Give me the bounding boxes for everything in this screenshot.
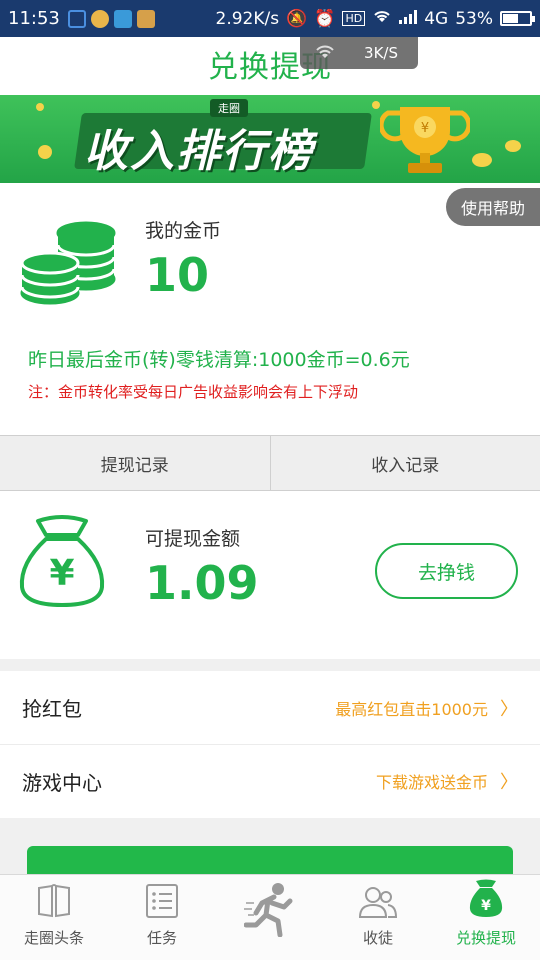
money-bag-icon: ¥ [469, 879, 503, 917]
mute-icon: 🔕 [286, 8, 308, 29]
nav-item-tasks[interactable]: 任务 [108, 875, 216, 960]
status-bar: 11:53 2.92K/s 🔕 ⏰ HD 4G 53% [0, 0, 540, 37]
money-bag-icon: ¥ [19, 515, 105, 607]
notification-app-icon [90, 9, 109, 28]
list-item-hint: 下载游戏送金币 [375, 773, 488, 792]
withdrawable-label: 可提现金额 [145, 528, 241, 550]
nav-label: 收徒 [362, 929, 393, 947]
alarm-icon: ⏰ [314, 8, 336, 29]
list-item-hint: 最高红包直击1000元 [335, 699, 488, 719]
notification-scan-icon [113, 9, 132, 28]
trophy-icon: ¥ [380, 107, 470, 173]
chevron-right-icon: 〉 [500, 772, 518, 793]
notification-lock-icon [67, 9, 86, 28]
people-icon [358, 887, 398, 918]
coin-decoration [36, 103, 44, 111]
signal-icon [399, 9, 418, 29]
speed-toast: 3K/S [300, 37, 418, 69]
nav-label: 兑换提现 [455, 929, 516, 947]
coin-value: 10 [145, 248, 210, 302]
coin-decoration [505, 140, 521, 152]
banner-title: 收入排行榜 [84, 126, 314, 177]
page-header: 兑换提现 3K/S [0, 37, 540, 95]
svg-text:¥: ¥ [49, 553, 74, 594]
nav-item-apprentice[interactable]: 收徒 [324, 875, 432, 960]
coin-decoration [472, 153, 492, 167]
net-speed: 2.92K/s [215, 8, 280, 29]
status-right: 2.92K/s 🔕 ⏰ HD 4G 53% [215, 8, 535, 29]
list-icon [146, 884, 178, 918]
rate-note-text: 注：金币转化率受每日广告收益影响会有上下浮动 [28, 383, 359, 401]
feature-list: 抢红包 最高红包直击1000元 〉 游戏中心 下载游戏送金币 〉 [0, 671, 540, 818]
list-item-title: 游戏中心 [22, 770, 102, 795]
svg-text:¥: ¥ [481, 898, 491, 914]
coin-decoration [38, 145, 52, 159]
exchange-rate-text: 昨日最后金币(转)零钱清算:1000金币=0.6元 [28, 349, 410, 371]
withdrawable-value: 1.09 [145, 556, 259, 610]
svg-text:¥: ¥ [421, 121, 429, 136]
nav-label: 走圈头条 [23, 929, 84, 947]
list-item-title: 抢红包 [22, 697, 82, 721]
nav-label: 任务 [146, 929, 177, 947]
battery-icon [500, 11, 535, 26]
withdraw-card: ¥ 可提现金额 1.09 去挣钱 [0, 491, 540, 659]
network-type: 4G [424, 8, 449, 29]
tab-income-records[interactable]: 收入记录 [269, 436, 540, 490]
toast-speed-text: 3K/S [364, 44, 398, 62]
notification-game-icon [136, 9, 155, 28]
chevron-right-icon: 〉 [500, 698, 518, 720]
battery-fill [503, 14, 518, 23]
record-tabs: 提现记录 收入记录 [0, 435, 540, 491]
earn-money-button[interactable]: 去挣钱 [375, 543, 518, 599]
runner-icon [244, 882, 293, 937]
tab-withdraw-records[interactable]: 提现记录 [0, 436, 270, 490]
coin-decoration [372, 101, 380, 109]
bottom-nav: 走圈头条 任务 收徒 ¥ 兑换提现 [0, 874, 540, 960]
coin-label: 我的金币 [145, 220, 222, 242]
nav-item-exchange[interactable]: ¥ 兑换提现 [432, 875, 540, 960]
book-icon [38, 884, 70, 918]
hd-icon: HD [342, 11, 366, 26]
list-item-game-center[interactable]: 游戏中心 下载游戏送金币 〉 [0, 744, 540, 817]
list-item-red-packet[interactable]: 抢红包 最高红包直击1000元 〉 [0, 671, 540, 744]
status-time: 11:53 [8, 8, 60, 29]
toast-wifi-icon [316, 45, 334, 58]
nav-item-walk[interactable] [216, 875, 324, 960]
wifi-icon [372, 8, 392, 29]
battery-percent: 53% [455, 8, 493, 29]
income-ranking-banner[interactable]: 走圈 收入排行榜 ¥ [0, 95, 540, 183]
page-title: 兑换提现 [208, 50, 332, 85]
help-button[interactable]: 使用帮助 [446, 188, 540, 226]
coins-stack-icon [20, 221, 116, 305]
coin-card: 使用帮助 我的金币 10 昨日最后金币(转)零钱清算:1000金币=0.6元 注… [0, 183, 540, 435]
nav-item-headlines[interactable]: 走圈头条 [0, 875, 108, 960]
